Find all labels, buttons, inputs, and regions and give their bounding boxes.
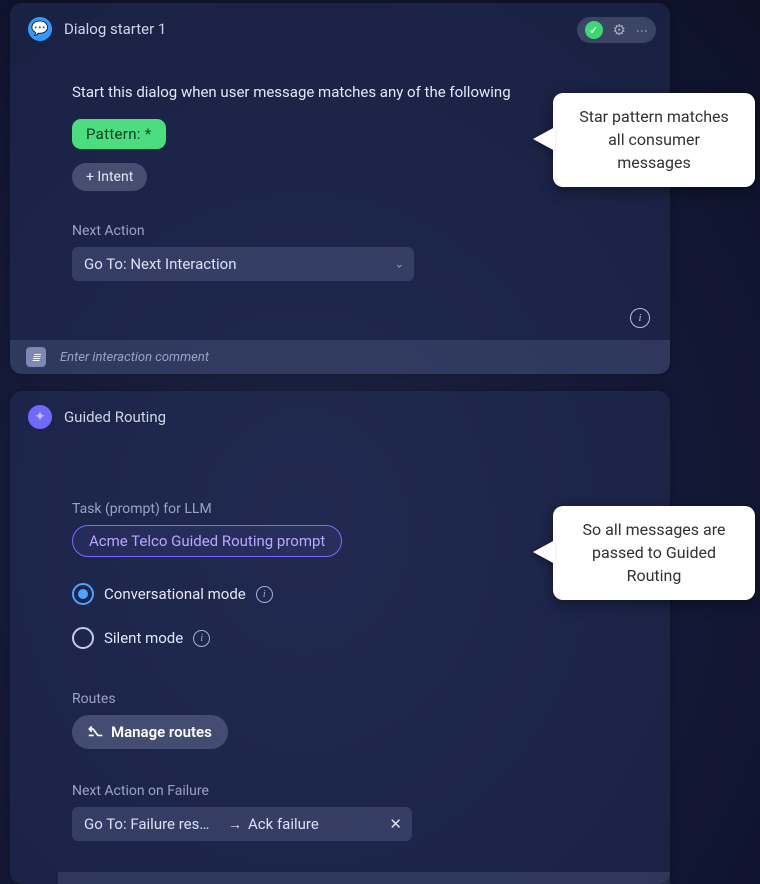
verified-icon: ✓: [585, 21, 603, 39]
next-action-label: Next Action: [72, 223, 652, 239]
failure-target-text: Ack failure: [248, 815, 389, 833]
radio-unchecked-icon: [72, 627, 94, 649]
card1-header: 💬 Dialog starter 1 ✓ ⚙ ⋮: [10, 3, 670, 77]
manage-routes-button[interactable]: ⎇ Manage routes: [72, 715, 228, 749]
next-fail-label: Next Action on Failure: [72, 783, 652, 799]
card2-title: Guided Routing: [64, 408, 166, 426]
task-prompt-chip[interactable]: Acme Telco Guided Routing prompt: [72, 525, 342, 557]
card2-footer-strip: [58, 872, 670, 884]
conversational-mode-label: Conversational mode: [104, 585, 246, 603]
chevron-down-icon: ⌄: [395, 258, 404, 271]
routes-label: Routes: [72, 691, 652, 707]
branch-icon: ⎇: [88, 725, 103, 740]
add-intent-button[interactable]: + Intent: [72, 163, 147, 191]
next-action-select[interactable]: Go To: Next Interaction ⌄: [72, 247, 414, 281]
arrow-icon: →: [228, 816, 242, 833]
gear-icon[interactable]: ⚙: [613, 21, 626, 39]
failure-goto-text: Go To: Failure resp…: [72, 815, 222, 833]
pattern-chip[interactable]: Pattern: *: [72, 119, 166, 149]
comment-placeholder: Enter interaction comment: [60, 350, 209, 365]
guided-routing-card: ✦ Guided Routing Task (prompt) for LLM A…: [10, 391, 670, 884]
card2-header: ✦ Guided Routing: [10, 391, 670, 465]
info-icon[interactable]: i: [630, 308, 650, 328]
callout-guided-routing: So all messages are passed to Guided Rou…: [553, 506, 755, 600]
chat-icon: 💬: [28, 17, 52, 41]
callout1-text: Star pattern matches all consumer messag…: [579, 107, 729, 172]
info-icon[interactable]: i: [256, 586, 273, 603]
comment-icon: ≣: [26, 347, 46, 367]
silent-mode-radio[interactable]: Silent mode i: [72, 627, 652, 649]
card1-title: Dialog starter 1: [64, 20, 166, 38]
callout-tail-icon: [533, 127, 555, 151]
comment-row[interactable]: ≣ Enter interaction comment: [10, 340, 670, 374]
card1-action-pill: ✓ ⚙ ⋮: [577, 17, 656, 43]
kebab-icon[interactable]: ⋮: [636, 25, 648, 36]
silent-mode-label: Silent mode: [104, 629, 183, 647]
failure-action-select[interactable]: Go To: Failure resp… → Ack failure ✕: [72, 807, 412, 841]
radio-checked-icon: [72, 583, 94, 605]
callout-tail-icon: [533, 540, 555, 564]
info-icon[interactable]: i: [193, 630, 210, 647]
next-action-value: Go To: Next Interaction: [84, 255, 236, 273]
dialog-starter-card: 💬 Dialog starter 1 ✓ ⚙ ⋮ Start this dial…: [10, 3, 670, 374]
callout-star-pattern: Star pattern matches all consumer messag…: [553, 93, 755, 187]
routing-icon: ✦: [28, 405, 52, 429]
callout2-text: So all messages are passed to Guided Rou…: [583, 520, 726, 585]
manage-routes-label: Manage routes: [111, 723, 212, 741]
close-icon[interactable]: ✕: [389, 815, 402, 833]
